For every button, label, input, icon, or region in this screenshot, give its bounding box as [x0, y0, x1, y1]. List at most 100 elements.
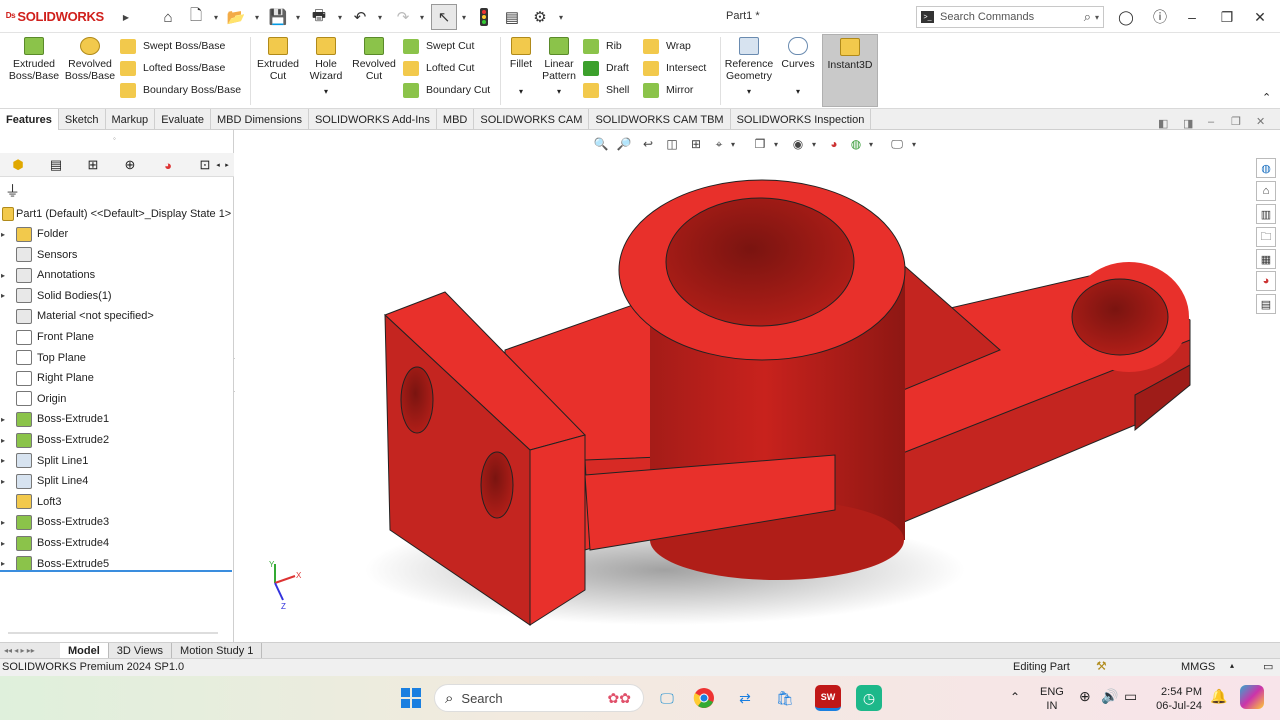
- linear-pattern-dropdown-icon[interactable]: ▾: [540, 86, 578, 98]
- filter-icon[interactable]: ⏚: [5, 180, 20, 201]
- tree-item-annotations[interactable]: ▸ Annotations: [0, 265, 234, 285]
- tree-item-origin[interactable]: Origin: [0, 389, 234, 409]
- solidworks-resources-icon[interactable]: ◍: [1256, 158, 1276, 178]
- tree-item-split-line1[interactable]: ▸ Split Line1: [0, 451, 234, 471]
- boundary-cut-button[interactable]: Boundary Cut: [403, 79, 503, 101]
- fillet-button[interactable]: Fillet ▾: [506, 37, 536, 98]
- remote-desktop-icon[interactable]: ⇄: [732, 685, 758, 711]
- linear-pattern-button[interactable]: Linear Pattern ▾: [540, 37, 578, 98]
- tree-item-solid-bodies-1[interactable]: ▸ Solid Bodies(1): [0, 286, 234, 306]
- tab-solidworks-cam[interactable]: SOLIDWORKS CAM: [474, 109, 590, 130]
- tree-item-top-plane[interactable]: Top Plane: [0, 348, 234, 368]
- desktop-icon[interactable]: 🖵: [654, 685, 680, 711]
- close-icon[interactable]: ✕: [1250, 7, 1270, 27]
- status-units[interactable]: MMGS: [1181, 661, 1215, 673]
- fillet-dropdown-icon[interactable]: ▾: [506, 86, 536, 98]
- tree-item-boss-extrude3[interactable]: ▸ Boss-Extrude3: [0, 512, 234, 532]
- undo-dropdown-icon[interactable]: ▾: [376, 7, 384, 27]
- open-folder-icon[interactable]: 📂: [226, 7, 246, 27]
- bottom-tab-3d-views[interactable]: 3D Views: [109, 643, 173, 658]
- custom-properties-icon[interactable]: ▤: [1256, 294, 1276, 314]
- chevron-right-icon[interactable]: ▶: [122, 7, 130, 27]
- wrap-button[interactable]: Wrap: [643, 35, 718, 57]
- open-dropdown-icon[interactable]: ▾: [253, 7, 261, 27]
- file-explorer-icon[interactable]: 🗀: [1256, 227, 1276, 247]
- magnifier-icon[interactable]: ⌕: [1084, 9, 1091, 25]
- lofted-cut-button[interactable]: Lofted Cut: [403, 57, 503, 79]
- bottom-tab-model[interactable]: Model: [60, 643, 109, 658]
- tree-root-part[interactable]: Part1 (Default) <<Default>_Display State…: [2, 204, 234, 224]
- select-dropdown-icon[interactable]: ▾: [460, 7, 468, 27]
- panel-drag-handle[interactable]: ◦: [113, 134, 116, 143]
- redo-icon[interactable]: ↷: [393, 7, 413, 27]
- tree-item-right-plane[interactable]: Right Plane: [0, 368, 234, 388]
- save-dropdown-icon[interactable]: ▾: [294, 7, 302, 27]
- tree-item-loft3[interactable]: Loft3: [0, 492, 234, 512]
- tab-evaluate[interactable]: Evaluate: [155, 109, 211, 130]
- viewport-minimize-icon[interactable]: –: [1208, 116, 1214, 128]
- shell-button[interactable]: Shell: [583, 79, 638, 101]
- save-icon[interactable]: 💾: [268, 7, 288, 27]
- tree-item-boss-extrude2[interactable]: ▸ Boss-Extrude2: [0, 430, 234, 450]
- battery-icon[interactable]: ▭: [1124, 688, 1137, 705]
- home-icon[interactable]: ⌂: [158, 7, 178, 27]
- intersect-button[interactable]: Intersect: [643, 57, 718, 79]
- curves-dropdown-icon[interactable]: ▾: [780, 86, 816, 98]
- copilot-icon[interactable]: [1240, 685, 1264, 709]
- swept-cut-button[interactable]: Swept Cut: [403, 35, 503, 57]
- collapse-ribbon-icon[interactable]: ⌃: [1262, 91, 1271, 104]
- tray-chevron-icon[interactable]: ⌃: [1010, 690, 1020, 704]
- user-account-icon[interactable]: ◯: [1116, 7, 1136, 27]
- expand-arrow-icon[interactable]: ▸: [0, 477, 16, 486]
- horizontal-scrollbar[interactable]: [8, 632, 218, 634]
- tab-mbd-dimensions[interactable]: MBD Dimensions: [211, 109, 309, 130]
- select-icon[interactable]: ↖: [431, 4, 457, 30]
- clock[interactable]: 2:54 PM 06-Jul-24: [1152, 685, 1202, 713]
- viewport-close-icon[interactable]: ✕: [1256, 115, 1265, 128]
- curves-button[interactable]: Curves ▾: [780, 37, 816, 98]
- configuration-manager-tab-icon[interactable]: ⊞: [84, 156, 102, 174]
- tree-item-folder[interactable]: ▸ Folder: [0, 224, 234, 244]
- rebuild-status-icon[interactable]: ⚒: [1096, 659, 1107, 673]
- tree-item-boss-extrude4[interactable]: ▸ Boss-Extrude4: [0, 533, 234, 553]
- tabs-scroll-right-icon[interactable]: ▸: [223, 156, 231, 174]
- lofted-boss-button[interactable]: Lofted Boss/Base: [120, 57, 248, 79]
- tab-mbd[interactable]: MBD: [437, 109, 475, 130]
- revolved-cut-button[interactable]: Revolved Cut: [350, 37, 398, 82]
- status-message-icon[interactable]: ▭: [1263, 660, 1273, 673]
- tab-solidworks-add-ins[interactable]: SOLIDWORKS Add-Ins: [309, 109, 437, 130]
- network-icon[interactable]: ⊕: [1079, 688, 1091, 705]
- mirror-button[interactable]: Mirror: [643, 79, 718, 101]
- feature-manager-tab-icon[interactable]: ⬢: [9, 156, 27, 174]
- clock-app-icon[interactable]: ◷: [856, 685, 882, 711]
- search-commands-input[interactable]: >_ Search Commands ⌕ ▾: [916, 6, 1104, 28]
- minimize-icon[interactable]: –: [1182, 7, 1202, 27]
- home-taskpane-icon[interactable]: ⌂: [1256, 181, 1276, 201]
- volume-icon[interactable]: 🔊: [1101, 688, 1118, 705]
- revolved-boss-button[interactable]: Revolved Boss/Base: [64, 37, 116, 82]
- windows-start-icon[interactable]: [398, 685, 424, 711]
- solidworks-logo[interactable]: ᴰˢ SOLIDWORKS: [6, 9, 104, 24]
- viewport-next-icon[interactable]: ◨: [1183, 117, 1193, 130]
- notification-bell-icon[interactable]: 🔔: [1210, 688, 1227, 705]
- rebuild-icon[interactable]: [474, 7, 494, 27]
- rib-button[interactable]: Rib: [583, 35, 638, 57]
- expand-arrow-icon[interactable]: ▸: [0, 291, 16, 300]
- tab-solidworks-inspection[interactable]: SOLIDWORKS Inspection: [731, 109, 872, 130]
- property-manager-tab-icon[interactable]: ▤: [47, 156, 65, 174]
- language-indicator[interactable]: ENG IN: [1040, 685, 1064, 713]
- search-dropdown-icon[interactable]: ▾: [1095, 13, 1099, 22]
- tree-item-material-not-specified[interactable]: Material <not specified>: [0, 306, 234, 326]
- undo-icon[interactable]: ↶: [350, 7, 370, 27]
- solidworks-taskbar-icon[interactable]: SW: [815, 685, 841, 711]
- tree-item-boss-extrude1[interactable]: ▸ Boss-Extrude1: [0, 409, 234, 429]
- units-dropdown-icon[interactable]: ▴: [1230, 661, 1234, 670]
- tree-item-front-plane[interactable]: Front Plane: [0, 327, 234, 347]
- appearances-icon[interactable]: ◕: [1256, 271, 1276, 291]
- cam-tab-icon[interactable]: ⊡: [196, 156, 214, 174]
- view-palette-icon[interactable]: ▦: [1256, 249, 1276, 269]
- expand-arrow-icon[interactable]: ▸: [0, 559, 16, 568]
- chrome-icon[interactable]: [691, 685, 717, 711]
- hole-wizard-dropdown-icon[interactable]: ▾: [304, 86, 348, 98]
- instant3d-button[interactable]: Instant3D: [822, 34, 878, 107]
